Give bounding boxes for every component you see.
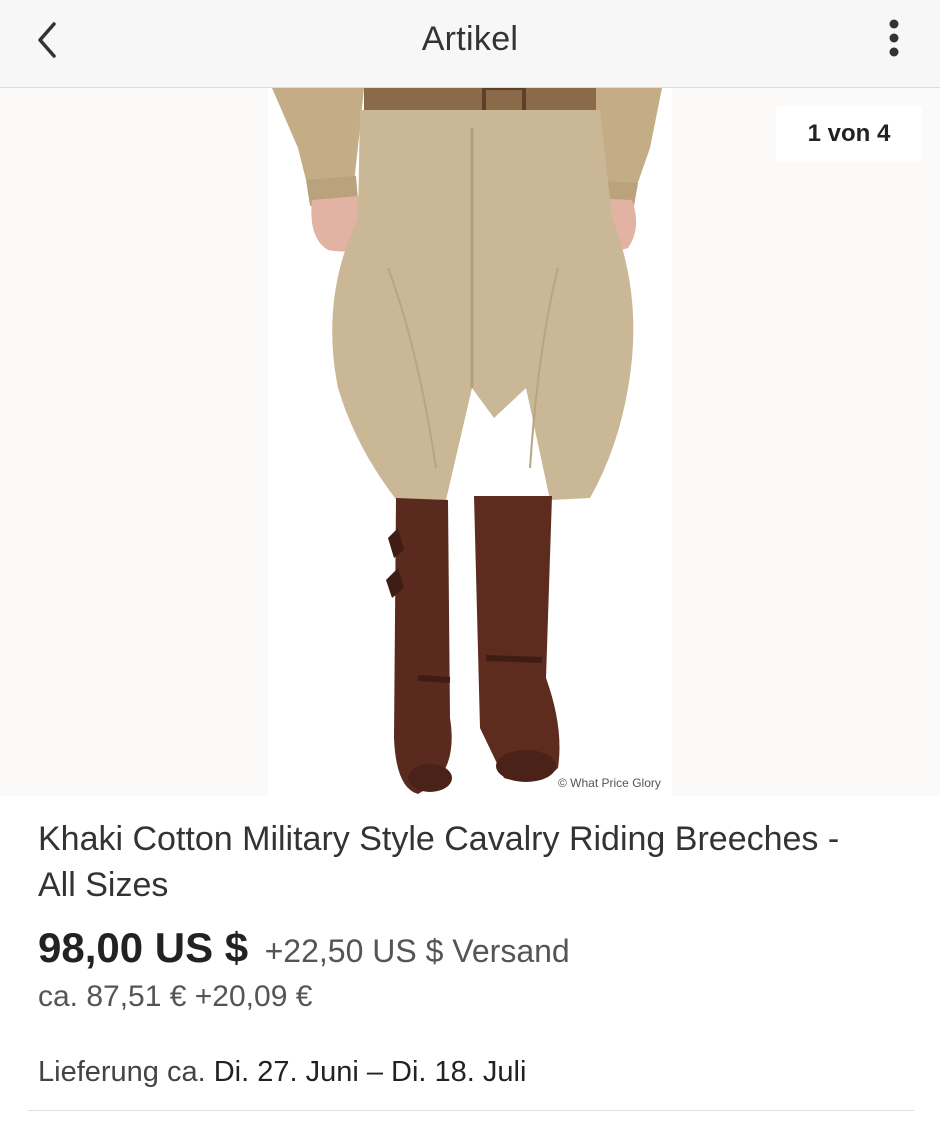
converted-price: ca. 87,51 € +20,09 € (38, 980, 313, 1013)
page-title: Artikel (421, 20, 519, 58)
item-price: 98,00 US $ (38, 924, 249, 971)
delivery-dates: Di. 27. Juni – Di. 18. Juli (213, 1056, 527, 1088)
image-counter: 1 von 4 (776, 106, 922, 162)
delivery-label: Lieferung ca. (38, 1056, 206, 1088)
delivery-estimate: Lieferung ca. Di. 27. Juni – Di. 18. Jul… (38, 1056, 526, 1089)
price-row: 98,00 US $ +22,50 US $ Versand (38, 924, 570, 972)
image-watermark: © What Price Glory (558, 776, 661, 790)
divider (28, 1110, 914, 1111)
more-options-button[interactable] (876, 16, 912, 60)
item-title: Khaki Cotton Military Style Cavalry Ridi… (38, 820, 840, 904)
image-gallery[interactable]: 1 von 4 (0, 86, 940, 796)
shipping-cost: +22,50 US $ Versand (264, 933, 570, 969)
product-image[interactable] (268, 86, 672, 796)
top-navigation-bar: Artikel (0, 0, 940, 88)
breeches-photo (272, 86, 662, 794)
vertical-dots-icon (889, 19, 899, 57)
